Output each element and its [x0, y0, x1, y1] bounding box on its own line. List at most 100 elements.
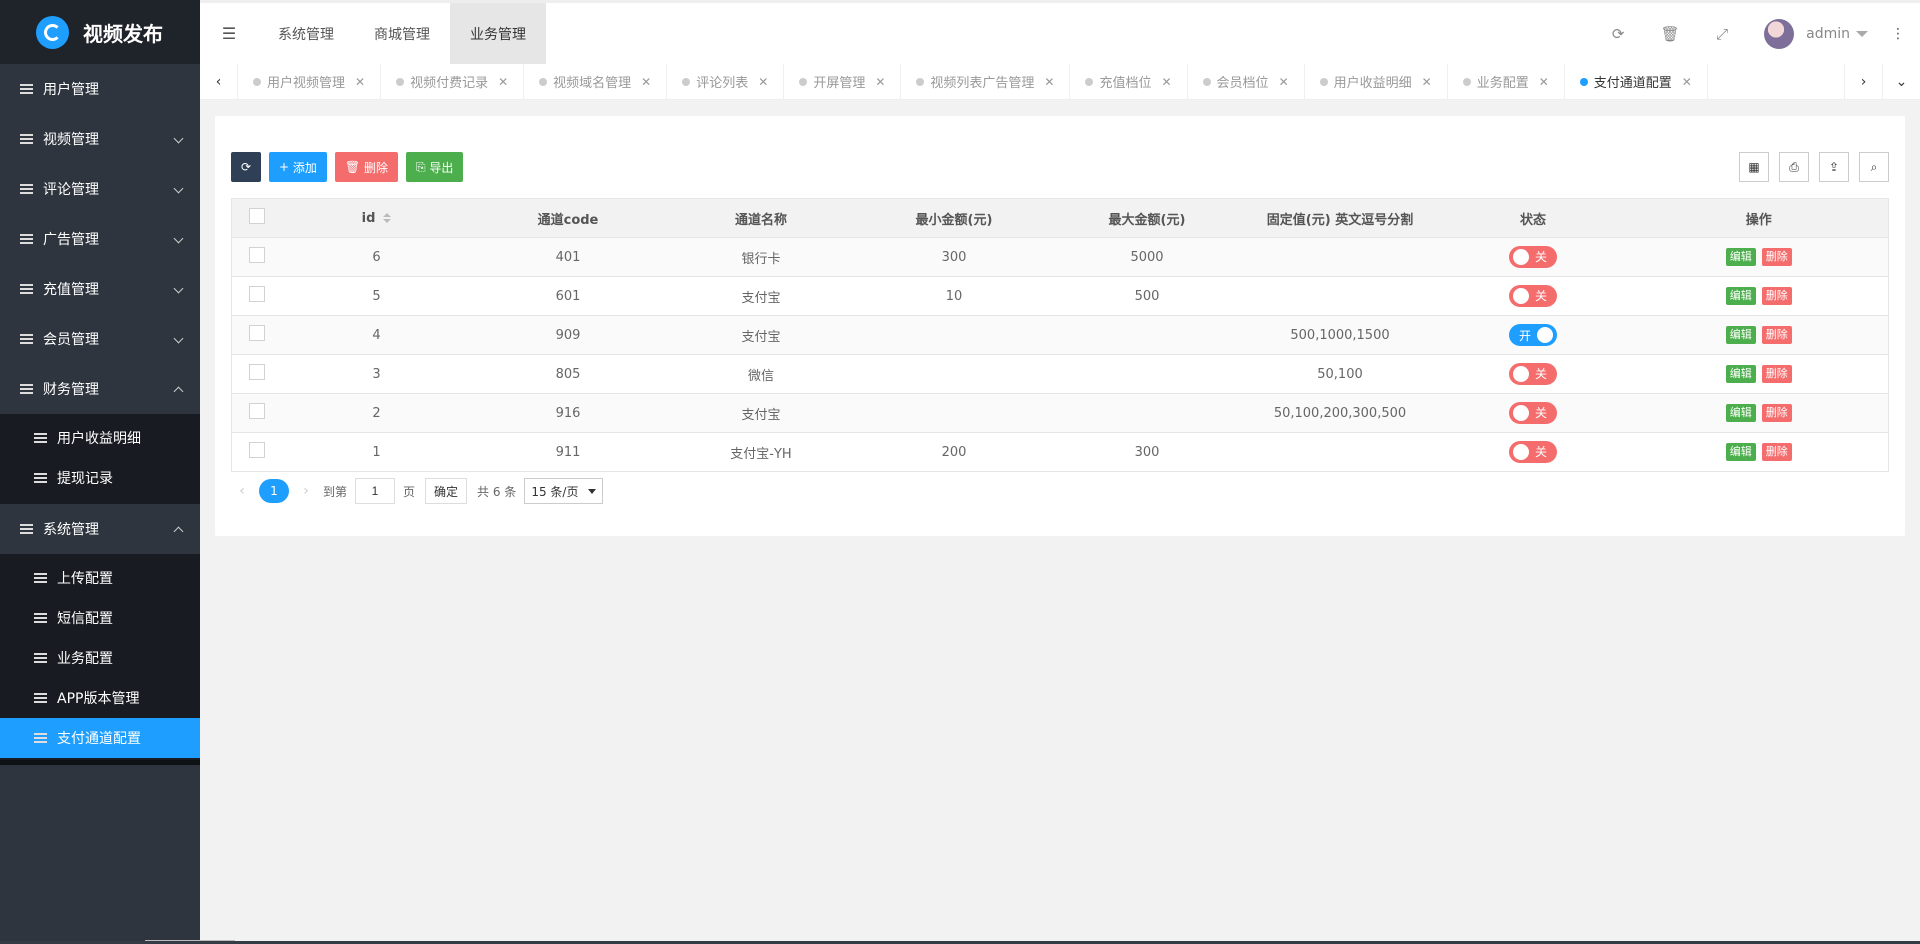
sidebar-item-sms-config[interactable]: 短信配置: [0, 598, 200, 638]
close-icon[interactable]: ✕: [1044, 75, 1054, 89]
page-tab[interactable]: 用户收益明细 ✕: [1305, 64, 1448, 99]
chevron-up-icon: [173, 526, 184, 537]
page-tab[interactable]: 充值档位 ✕: [1070, 64, 1188, 99]
sidebar-item-user-earnings[interactable]: 用户收益明细: [0, 418, 200, 458]
dot-icon: [539, 77, 548, 86]
next-page-icon[interactable]: ›: [295, 483, 317, 499]
top-tab-business[interactable]: 业务管理: [450, 3, 546, 64]
row-checkbox[interactable]: [248, 325, 265, 341]
page-tab[interactable]: 视频列表广告管理 ✕: [901, 64, 1071, 99]
top-tab-mall[interactable]: 商城管理: [354, 3, 450, 64]
edit-button[interactable]: 编辑: [1725, 365, 1756, 383]
row-checkbox[interactable]: [248, 286, 265, 302]
status-cell: 关: [1436, 276, 1630, 316]
sidebar-item-video-management[interactable]: 视频管理: [0, 114, 200, 164]
close-icon[interactable]: ✕: [875, 75, 885, 89]
prev-page-icon[interactable]: ‹: [231, 483, 253, 499]
col-fixed: 固定值(元) 英文逗号分割: [1243, 198, 1437, 238]
more-vertical-icon[interactable]: ⋮: [1888, 26, 1908, 42]
sidebar-item-recharge-management[interactable]: 充值管理: [0, 264, 200, 314]
col-id[interactable]: id: [281, 198, 472, 238]
sidebar-item-comment-management[interactable]: 评论管理: [0, 164, 200, 214]
close-icon[interactable]: ✕: [1279, 75, 1289, 89]
page-size-select[interactable]: 15 条/页: [524, 478, 604, 504]
goto-confirm-button[interactable]: 确定: [425, 478, 468, 504]
edit-button[interactable]: 编辑: [1725, 404, 1756, 422]
delete-row-button[interactable]: 删除: [1761, 404, 1792, 422]
delete-row-button[interactable]: 删除: [1761, 287, 1792, 305]
export-icon[interactable]: ⇪: [1819, 152, 1849, 182]
chevron-left-icon[interactable]: ‹: [200, 64, 238, 99]
status-switch[interactable]: 开: [1509, 324, 1557, 346]
close-icon[interactable]: ✕: [1161, 75, 1171, 89]
close-icon[interactable]: ✕: [498, 75, 508, 89]
export-button[interactable]: ⎘ 导出: [405, 152, 464, 182]
fullscreen-icon[interactable]: ⤢: [1696, 25, 1748, 43]
print-icon[interactable]: ⎙: [1779, 152, 1809, 182]
delete-row-button[interactable]: 删除: [1761, 248, 1792, 266]
close-icon[interactable]: ✕: [1539, 75, 1549, 89]
refresh-button[interactable]: ⟳: [231, 152, 261, 182]
document-icon: [20, 134, 33, 144]
page-tab-active[interactable]: 支付通道配置 ✕: [1565, 64, 1708, 99]
row-checkbox[interactable]: [248, 247, 265, 263]
sidebar-item-business-config[interactable]: 业务配置: [0, 638, 200, 678]
status-switch[interactable]: 关: [1509, 284, 1557, 307]
username[interactable]: admin: [1806, 26, 1850, 42]
close-icon[interactable]: ✕: [355, 75, 365, 89]
select-all-checkbox[interactable]: [248, 208, 265, 224]
page-tab[interactable]: 视频付费记录 ✕: [381, 64, 525, 99]
avatar[interactable]: [1764, 18, 1795, 49]
sort-icon[interactable]: [383, 213, 392, 223]
row-checkbox[interactable]: [248, 442, 265, 458]
refresh-icon[interactable]: ⟳: [1592, 25, 1644, 43]
sidebar-item-withdraw-records[interactable]: 提现记录: [0, 458, 200, 498]
edit-button[interactable]: 编辑: [1725, 443, 1756, 461]
status-switch[interactable]: 关: [1509, 362, 1557, 385]
page-tab[interactable]: 会员档位 ✕: [1188, 64, 1305, 99]
delete-row-button[interactable]: 删除: [1761, 443, 1792, 461]
dot-icon: [682, 77, 691, 86]
close-icon[interactable]: ✕: [758, 75, 768, 89]
page-tab[interactable]: 评论列表 ✕: [667, 64, 785, 99]
page-tab[interactable]: 用户视频管理 ✕: [238, 64, 382, 99]
row-checkbox[interactable]: [248, 403, 265, 419]
page-tab[interactable]: 视频域名管理 ✕: [524, 64, 668, 99]
close-icon[interactable]: ✕: [1682, 75, 1692, 89]
cell-id: 6: [281, 237, 472, 277]
chevron-right-icon[interactable]: ›: [1844, 64, 1882, 99]
close-icon[interactable]: ✕: [1422, 75, 1432, 89]
trash-icon[interactable]: 🗑: [1644, 25, 1696, 43]
sidebar-item-ad-management[interactable]: 广告管理: [0, 214, 200, 264]
search-icon[interactable]: ⌕: [1859, 152, 1889, 182]
sidebar-item-member-management[interactable]: 会员管理: [0, 314, 200, 364]
delete-row-button[interactable]: 删除: [1761, 326, 1792, 344]
col-name: 通道名称: [664, 198, 858, 238]
edit-button[interactable]: 编辑: [1725, 287, 1756, 305]
columns-icon[interactable]: ▦: [1739, 152, 1769, 182]
goto-page-input[interactable]: [355, 478, 396, 504]
edit-button[interactable]: 编辑: [1725, 248, 1756, 266]
add-button[interactable]: + 添加: [269, 152, 327, 182]
page-tab[interactable]: 业务配置 ✕: [1448, 64, 1565, 99]
current-page[interactable]: 1: [259, 479, 289, 503]
sidebar-item-finance-management[interactable]: 财务管理: [0, 364, 200, 414]
menu-toggle-icon[interactable]: ☰: [200, 3, 258, 64]
row-checkbox[interactable]: [248, 364, 265, 380]
status-switch[interactable]: 关: [1509, 440, 1557, 463]
delete-button[interactable]: 🗑 删除: [334, 152, 398, 182]
sidebar-item-upload-config[interactable]: 上传配置: [0, 558, 200, 598]
close-icon[interactable]: ✕: [641, 75, 651, 89]
caret-down-icon[interactable]: [1856, 30, 1868, 37]
status-switch[interactable]: 关: [1509, 245, 1557, 268]
sidebar-item-user-management[interactable]: 用户管理: [0, 64, 200, 114]
page-tab[interactable]: 开屏管理 ✕: [784, 64, 902, 99]
sidebar-item-payment-channel-config[interactable]: 支付通道配置: [0, 718, 200, 758]
status-switch[interactable]: 关: [1509, 401, 1557, 424]
top-tab-system[interactable]: 系统管理: [258, 3, 354, 64]
sidebar-item-system-management[interactable]: 系统管理: [0, 504, 200, 554]
chevron-down-icon[interactable]: ⌄: [1882, 64, 1920, 99]
edit-button[interactable]: 编辑: [1725, 326, 1756, 344]
delete-row-button[interactable]: 删除: [1761, 365, 1792, 383]
sidebar-item-app-version[interactable]: APP版本管理: [0, 678, 200, 718]
